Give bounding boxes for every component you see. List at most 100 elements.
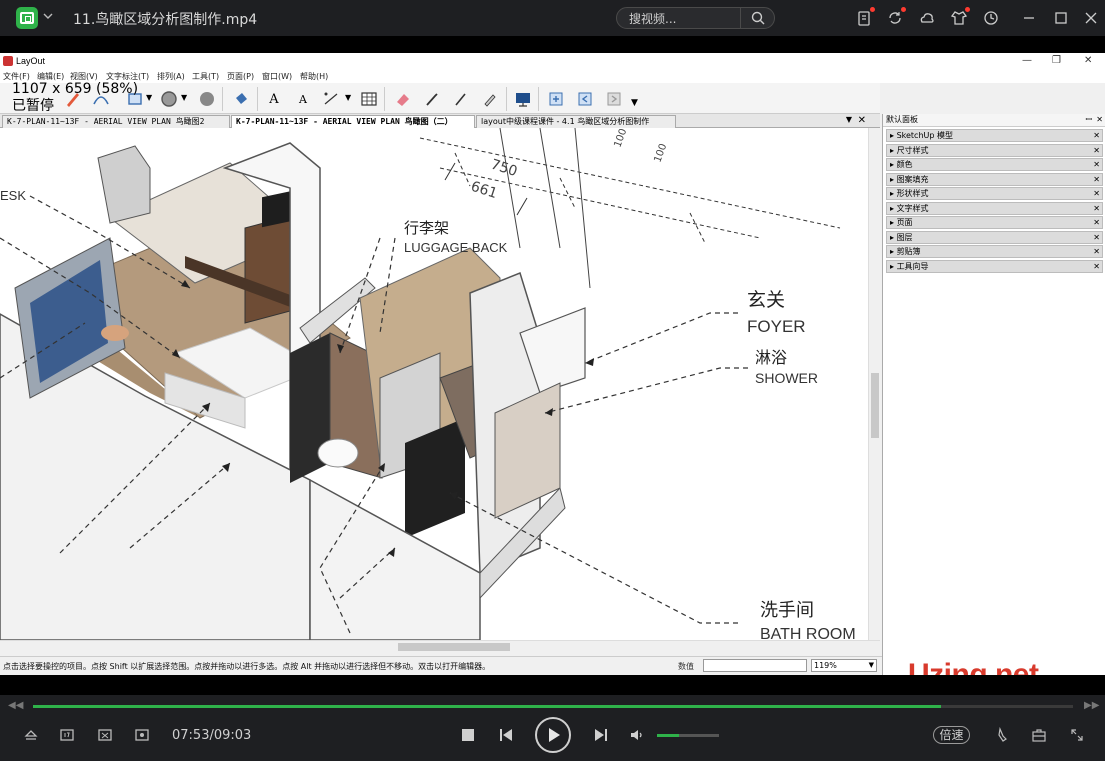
- layout-menu-bar: 文件(F) 编辑(E) 视图(V) 文字标注(T) 排列(A) 工具(T) 页面…: [0, 69, 1105, 83]
- notes-icon[interactable]: [855, 7, 875, 27]
- measurement-input[interactable]: [703, 659, 807, 672]
- tray-item-colors[interactable]: ▸ 颜色 ✕: [886, 158, 1103, 171]
- minimize-icon[interactable]: [1020, 9, 1038, 27]
- menu-tools[interactable]: 工具(T): [192, 71, 219, 82]
- record-icon[interactable]: [133, 726, 151, 744]
- vertical-scrollbar[interactable]: [868, 128, 880, 640]
- next-page-icon[interactable]: [603, 88, 625, 110]
- cloud-icon[interactable]: [918, 9, 936, 27]
- fullscreen-icon[interactable]: [1068, 726, 1086, 744]
- tray-item-dimension-style[interactable]: ▸ 尺寸样式 ✕: [886, 144, 1103, 157]
- screenshot-icon[interactable]: [96, 726, 114, 744]
- skin-icon[interactable]: [950, 7, 970, 27]
- tray-item-instructor[interactable]: ▸ 工具向导 ✕: [886, 260, 1103, 273]
- label-shower-cn: 淋浴: [755, 348, 787, 367]
- label-shower-en: SHOWER: [755, 370, 818, 386]
- menu-arrange[interactable]: 排列(A): [157, 71, 185, 82]
- sync-icon[interactable]: [886, 7, 906, 27]
- tray-item-scrapbooks[interactable]: ▸ 剪贴簿 ✕: [886, 245, 1103, 258]
- layout-window: LayOut — ❐ ✕ 文件(F) 编辑(E) 视图(V) 文字标注(T) 排…: [0, 53, 1105, 691]
- chevron-down-icon[interactable]: [42, 10, 54, 22]
- tray-item-layers[interactable]: ▸ 图层 ✕: [886, 231, 1103, 244]
- chevron-down-icon[interactable]: ▼: [631, 98, 638, 108]
- volume-fill: [657, 734, 679, 737]
- tab-document-1[interactable]: K-7-PLAN-11~13F - AERIAL VIEW PLAN 鸟瞰图2: [2, 115, 230, 128]
- add-page-icon[interactable]: [545, 88, 567, 110]
- label-desk: ESK: [0, 188, 26, 203]
- eyedropper-icon[interactable]: [421, 88, 443, 110]
- layout-app-icon: [3, 56, 13, 66]
- seek-back-icon[interactable]: ◀◀: [8, 700, 23, 711]
- subtitle-icon[interactable]: [58, 726, 76, 744]
- previous-page-icon[interactable]: [574, 88, 596, 110]
- status-hint-text: 点击选择要操控的项目。点按 Shift 以扩展选择范围。点按并拖动以进行多选。点…: [3, 662, 491, 671]
- label-tool-icon[interactable]: A: [292, 88, 314, 110]
- close-icon[interactable]: ✕: [1084, 55, 1092, 66]
- search-button[interactable]: [740, 8, 774, 28]
- presentation-icon[interactable]: [512, 88, 534, 110]
- scroll-thumb[interactable]: [871, 373, 879, 438]
- tab-document-2[interactable]: K-7-PLAN-11~13F - AERIAL VIEW PLAN 鸟瞰图（二…: [231, 115, 475, 128]
- menu-pages[interactable]: 页面(P): [227, 71, 254, 82]
- label-luggage-cn: 行李架: [404, 219, 449, 237]
- next-icon[interactable]: [592, 726, 610, 744]
- lamp-icon[interactable]: [994, 726, 1012, 744]
- eject-icon[interactable]: [22, 726, 40, 744]
- volume-slider[interactable]: [657, 734, 719, 737]
- video-player: 11.鸟瞰区域分析图制作.mp4 搜视频... LayOut — ❐ ✕ 文件(…: [0, 0, 1105, 761]
- label-foyer-en: FOYER: [747, 317, 806, 336]
- speed-button[interactable]: 倍速: [933, 726, 970, 744]
- pen-tool-icon[interactable]: [450, 88, 472, 110]
- menu-window[interactable]: 窗口(W): [262, 71, 292, 82]
- zoom-select[interactable]: 119% ▼: [811, 659, 877, 672]
- minimize-icon[interactable]: —: [1022, 55, 1032, 66]
- style-brush-icon[interactable]: [479, 88, 501, 110]
- label-bath-cn: 洗手间: [760, 600, 814, 621]
- player-logo-icon[interactable]: [16, 7, 38, 29]
- polygon-tool-icon[interactable]: [196, 88, 218, 110]
- chevron-down-icon[interactable]: ▼: [181, 93, 187, 102]
- tray-item-shape-style[interactable]: ▸ 形状样式 ✕: [886, 187, 1103, 200]
- seek-forward-icon[interactable]: ▶▶: [1084, 700, 1099, 711]
- tray-item-pages[interactable]: ▸ 页面 ✕: [886, 216, 1103, 229]
- text-tool-icon[interactable]: A: [263, 88, 285, 110]
- maximize-icon[interactable]: [1052, 9, 1070, 27]
- tray-item-pattern-fill[interactable]: ▸ 图案填充 ✕: [886, 173, 1103, 186]
- eraser-icon[interactable]: [392, 88, 414, 110]
- zoom-value: 119%: [814, 661, 837, 670]
- toolbox-icon[interactable]: [1030, 726, 1048, 744]
- horizontal-scrollbar[interactable]: [0, 640, 880, 652]
- volume-icon[interactable]: [628, 726, 646, 744]
- document-tabs: K-7-PLAN-11~13F - AERIAL VIEW PLAN 鸟瞰图2 …: [0, 114, 880, 128]
- label-foyer-cn: 玄关: [747, 289, 785, 311]
- tray-item-sketchup-model[interactable]: ▸ SketchUp 模型 ✕: [886, 129, 1103, 142]
- chevron-down-icon[interactable]: ▼: [345, 93, 351, 102]
- player-title-bar: 11.鸟瞰区域分析图制作.mp4: [0, 0, 1105, 36]
- previous-icon[interactable]: [497, 726, 515, 744]
- stop-icon[interactable]: [459, 726, 477, 744]
- progress-bar[interactable]: [33, 705, 1073, 708]
- circle-tool-icon[interactable]: [158, 88, 180, 110]
- search-box[interactable]: [616, 7, 775, 29]
- scroll-thumb[interactable]: [398, 643, 510, 651]
- close-icon: ✕: [1093, 218, 1100, 227]
- table-tool-icon[interactable]: [358, 88, 380, 110]
- tray-item-text-style[interactable]: ▸ 文字样式 ✕: [886, 202, 1103, 215]
- tab-list-icon[interactable]: ▼: [846, 115, 852, 124]
- restore-icon[interactable]: ❐: [1052, 55, 1061, 66]
- pin-icon[interactable]: ꟷ: [1085, 114, 1092, 126]
- video-letterbox-bottom: [0, 675, 1105, 695]
- drawing-canvas[interactable]: 750 661 100 100 ESK 行李架 LUGGAGE BACK 玄关 …: [0, 128, 868, 640]
- play-button[interactable]: [535, 717, 571, 753]
- history-icon[interactable]: [982, 9, 1000, 27]
- close-icon[interactable]: ✕: [1096, 114, 1103, 126]
- video-info-overlay: 1107 x 659 (58%) 已暂停: [12, 81, 138, 115]
- menu-help[interactable]: 帮助(H): [300, 71, 328, 82]
- chevron-down-icon[interactable]: ▼: [146, 93, 152, 102]
- close-icon[interactable]: [1082, 9, 1100, 27]
- dimension-tool-icon[interactable]: [320, 88, 342, 110]
- close-tab-icon[interactable]: ✕: [858, 115, 866, 126]
- tab-document-3[interactable]: layout中级课程课件 - 4.1 鸟瞰区域分析图制作: [476, 115, 676, 128]
- search-input[interactable]: [629, 11, 739, 26]
- paint-bucket-icon[interactable]: [230, 88, 252, 110]
